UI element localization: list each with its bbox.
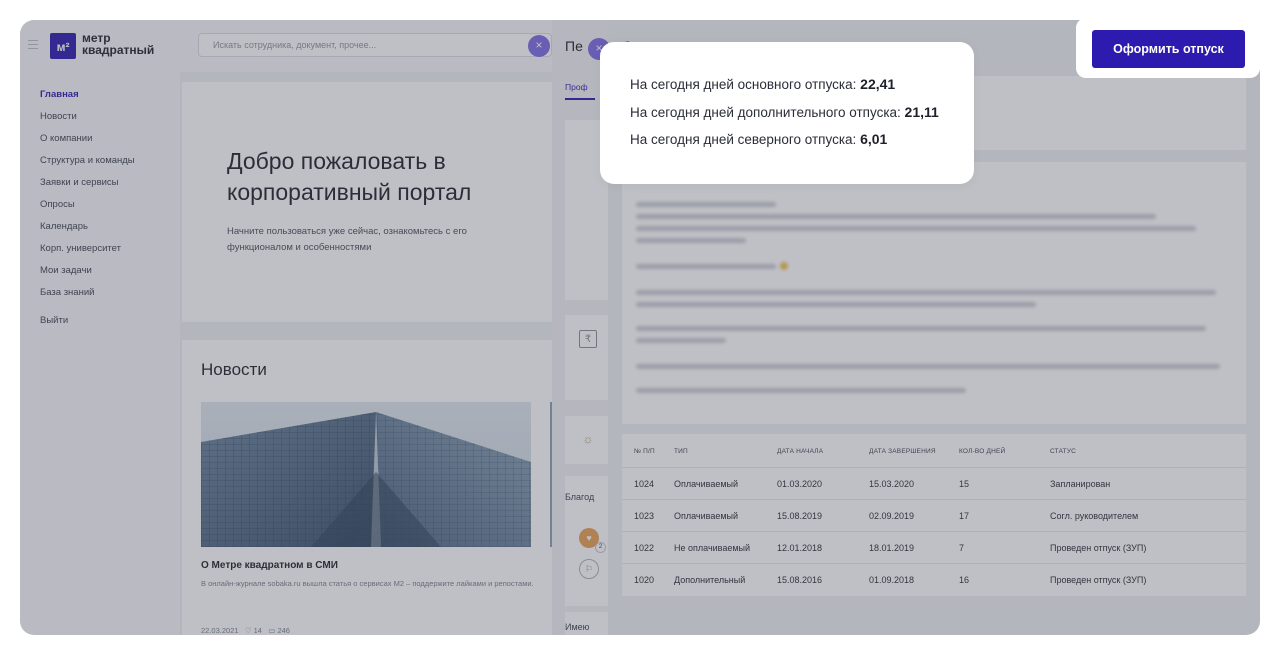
- request-vacation-button[interactable]: Оформить отпуск: [1092, 30, 1245, 68]
- balance-northern: На сегодня дней северного отпуска: 6,01: [630, 131, 887, 147]
- balance-main: На сегодня дней основного отпуска: 22,41: [630, 76, 895, 92]
- balance-main-label: На сегодня дней основного отпуска:: [630, 77, 857, 92]
- balance-northern-value: 6,01: [860, 131, 888, 147]
- vacation-balance-popup: На сегодня дней основного отпуска: 22,41…: [600, 42, 974, 184]
- balance-main-value: 22,41: [860, 76, 896, 92]
- balance-additional-label: На сегодня дней дополнительного отпуска:: [630, 105, 901, 120]
- balance-additional: На сегодня дней дополнительного отпуска:…: [630, 104, 939, 120]
- balance-additional-value: 21,11: [904, 104, 939, 120]
- request-vacation-highlight: Оформить отпуск: [1076, 18, 1260, 78]
- overlay-backdrop[interactable]: [20, 20, 552, 635]
- balance-northern-label: На сегодня дней северного отпуска:: [630, 132, 857, 147]
